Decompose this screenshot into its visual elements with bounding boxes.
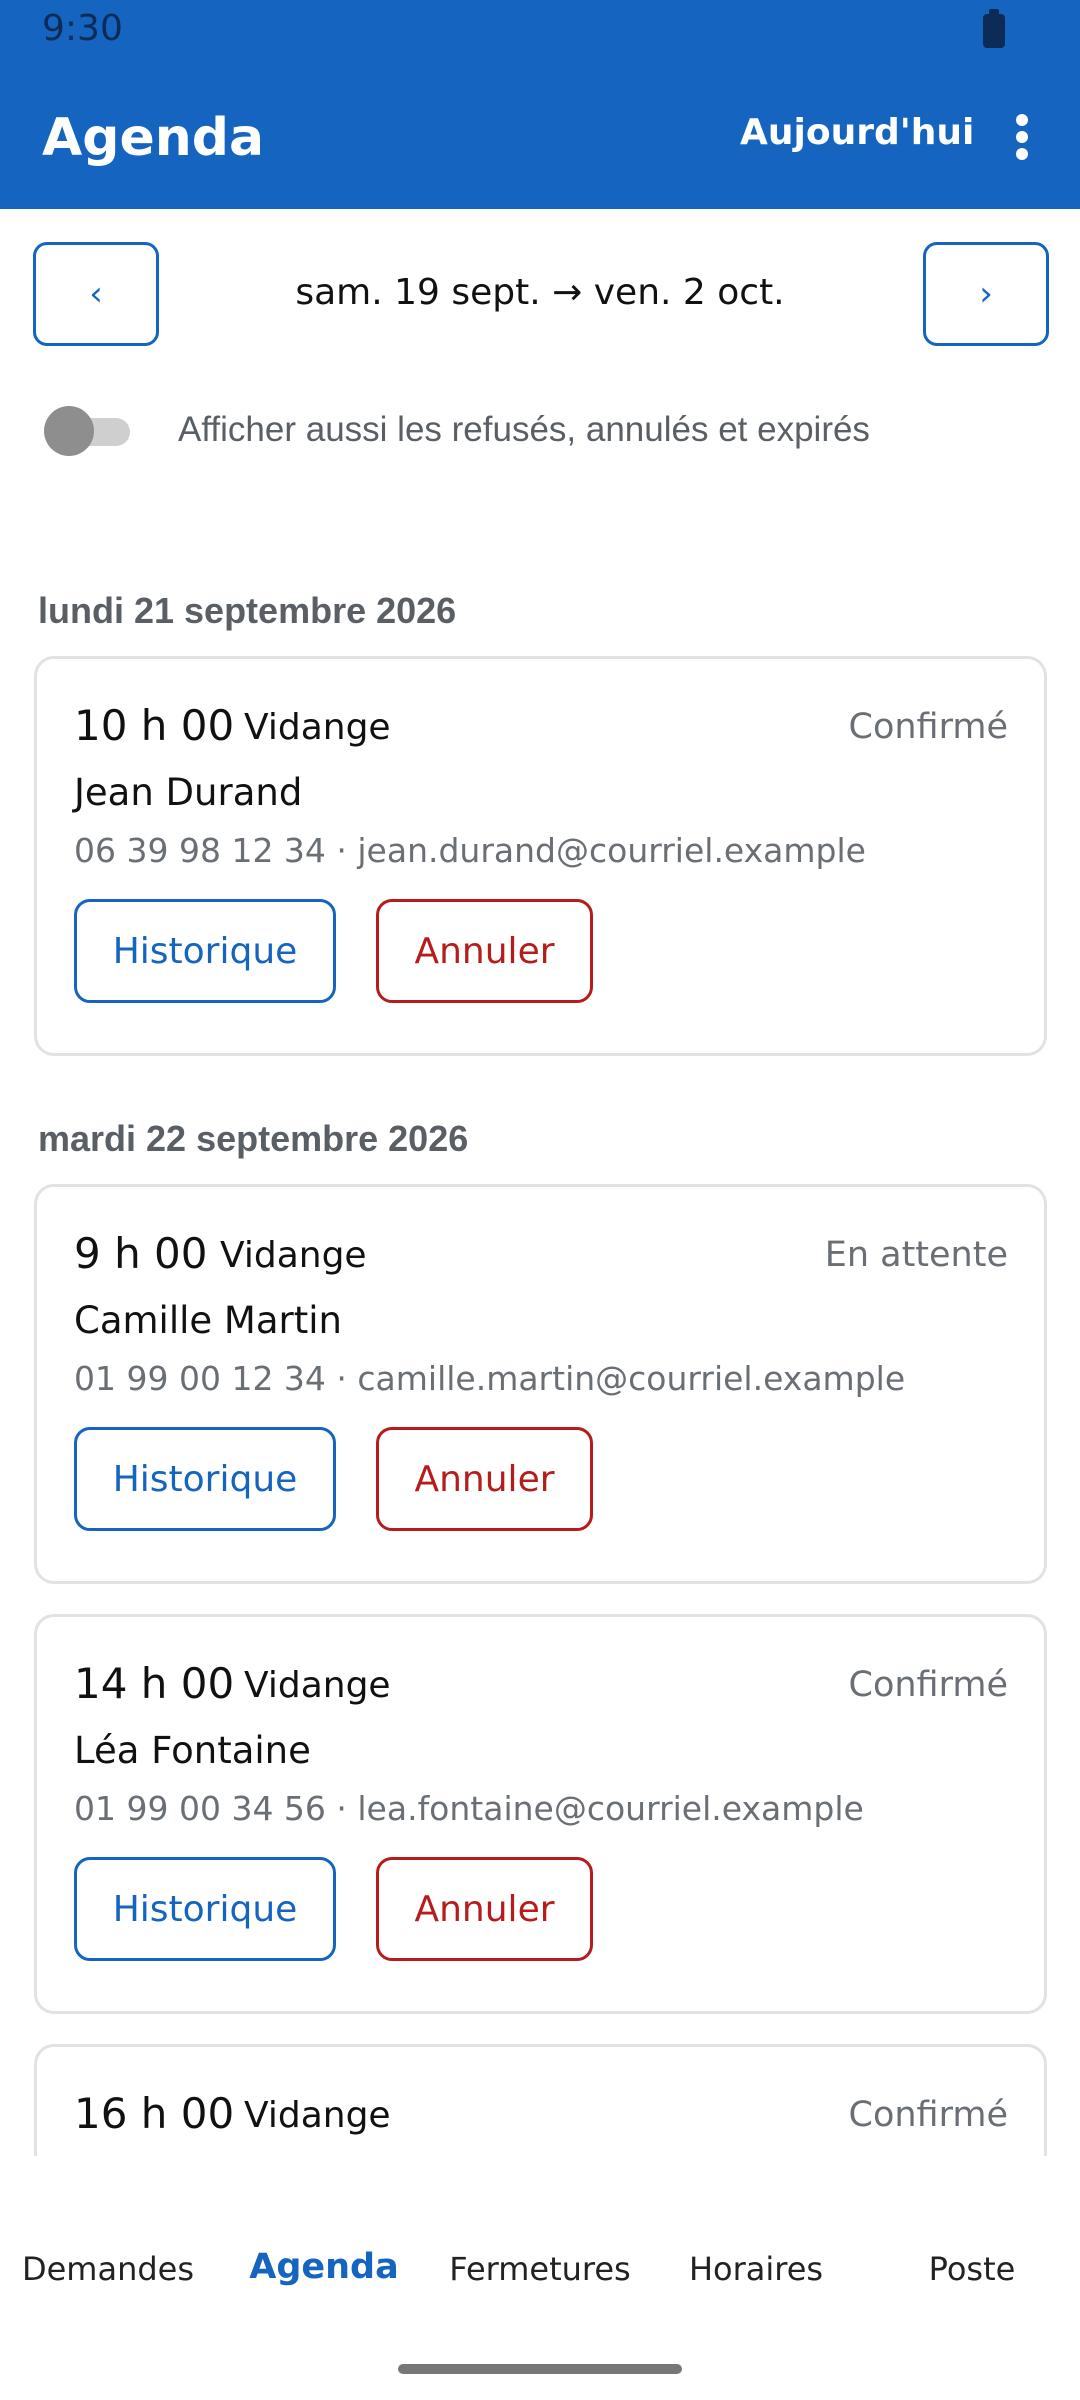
dot: [1016, 131, 1028, 143]
tab-horaires[interactable]: Horaires: [648, 2250, 864, 2288]
tab-fermetures[interactable]: Fermetures: [432, 2250, 648, 2288]
appointment-card: 14 h 00 Vidange Confirmé Léa Fontaine 01…: [34, 1614, 1047, 2014]
app-bar: 9:30 Agenda Aujourd'hui: [0, 0, 1080, 209]
today-button[interactable]: Aujourd'hui: [740, 112, 974, 153]
dot: [1016, 148, 1028, 160]
show-all-toggle-label: Afficher aussi les refusés, annulés et e…: [178, 410, 870, 449]
bottom-navigation: Demandes Agenda Fermetures Horaires Post…: [0, 2247, 1080, 2350]
agenda-list[interactable]: lundi 21 septembre 2026 10 h 00 Vidange …: [0, 520, 1080, 2156]
home-indicator[interactable]: [398, 2364, 682, 2374]
cancel-button[interactable]: Annuler: [376, 1427, 593, 1531]
client-contact: 01 99 00 34 56 · lea.fontaine@courriel.e…: [74, 1789, 864, 1828]
battery-icon: [983, 9, 1005, 48]
tab-poste[interactable]: Poste: [864, 2250, 1080, 2288]
day-header: mardi 22 septembre 2026: [38, 1118, 469, 1159]
appointment-time: 14 h 00: [74, 1659, 235, 1708]
appointment-status: Confirmé: [848, 2095, 1008, 2135]
tab-demandes[interactable]: Demandes: [0, 2250, 216, 2288]
next-period-button[interactable]: ›: [923, 242, 1049, 346]
toggle-thumb: [44, 406, 94, 456]
tab-agenda[interactable]: Agenda: [216, 2247, 432, 2287]
client-contact: 06 39 98 12 34 · jean.durand@courriel.ex…: [74, 831, 866, 870]
more-vert-icon[interactable]: [1010, 112, 1034, 160]
appointment-service: Vidange: [220, 1235, 367, 1276]
client-contact: 01 99 00 12 34 · camille.martin@courriel…: [74, 1359, 906, 1398]
appointment-time: 10 h 00: [74, 701, 235, 750]
appointment-status: Confirmé: [848, 707, 1008, 747]
cancel-button[interactable]: Annuler: [376, 1857, 593, 1961]
client-name: Léa Fontaine: [74, 1729, 311, 1772]
appointment-time: 9 h 00: [74, 1229, 208, 1278]
show-all-toggle[interactable]: [44, 406, 130, 456]
appointment-card: 10 h 00 Vidange Confirmé Jean Durand 06 …: [34, 656, 1047, 1056]
history-button[interactable]: Historique: [74, 1857, 336, 1961]
dot: [1016, 114, 1028, 126]
appointment-service: Vidange: [244, 2095, 391, 2136]
appointment-status: En attente: [824, 1235, 1008, 1275]
appointment-status: Confirmé: [848, 1665, 1008, 1705]
cancel-button[interactable]: Annuler: [376, 899, 593, 1003]
page-title: Agenda: [42, 108, 265, 168]
appointment-service: Vidange: [244, 707, 391, 748]
day-header: lundi 21 septembre 2026: [38, 590, 457, 631]
appointment-card: 9 h 00 Vidange En attente Camille Martin…: [34, 1184, 1047, 1584]
client-name: Jean Durand: [74, 771, 303, 814]
appointment-service: Vidange: [244, 1665, 391, 1706]
history-button[interactable]: Historique: [74, 1427, 336, 1531]
previous-period-button[interactable]: ‹: [33, 242, 159, 346]
history-button[interactable]: Historique: [74, 899, 336, 1003]
client-name: Camille Martin: [74, 1299, 342, 1342]
appointment-time: 16 h 00: [74, 2089, 235, 2138]
appointment-card: 16 h 00 Vidange Confirmé: [34, 2044, 1047, 2156]
status-time: 9:30: [42, 8, 123, 49]
date-range-label: sam. 19 sept. → ven. 2 oct.: [295, 272, 785, 313]
